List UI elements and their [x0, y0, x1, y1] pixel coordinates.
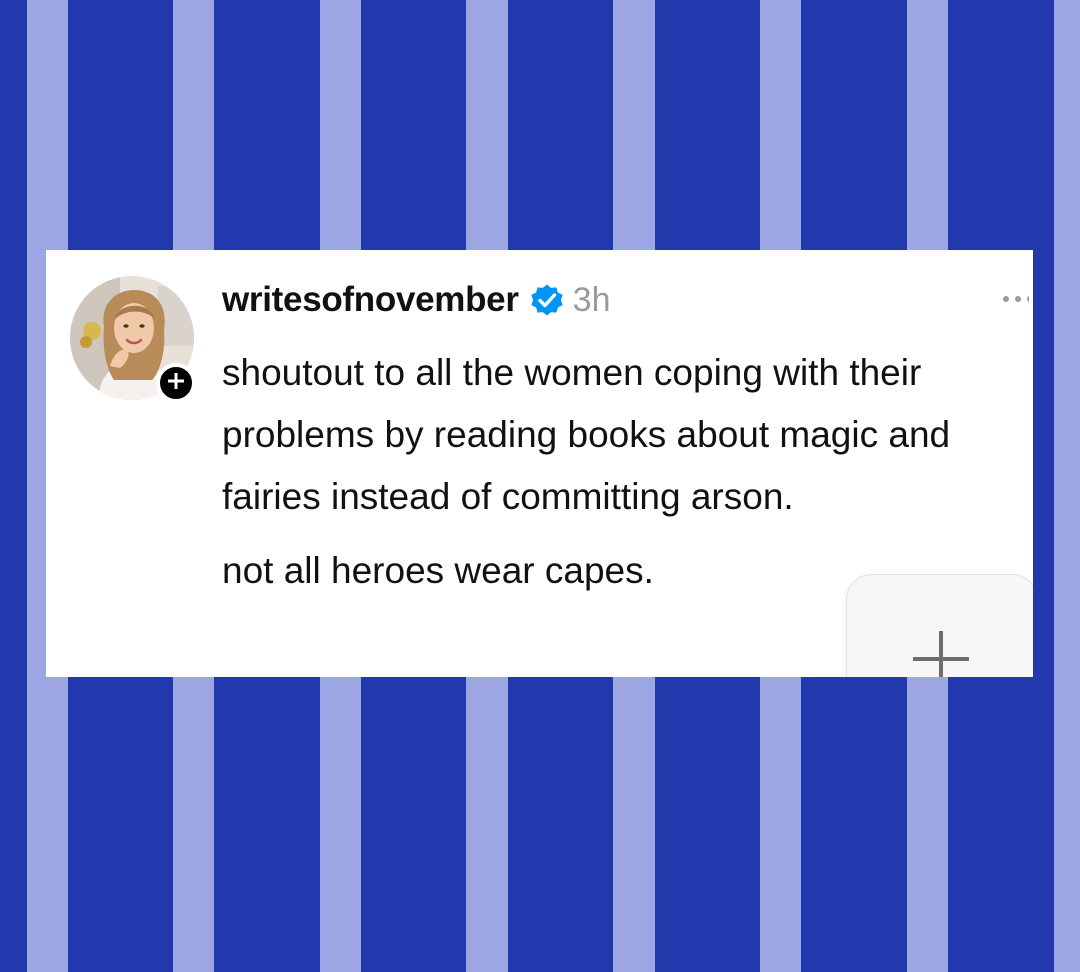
post-timestamp: 3h [572, 280, 611, 319]
username[interactable]: writesofnovember [222, 280, 519, 320]
post-card: writesofnovember 3h shoutout to all the … [46, 250, 1033, 677]
post-header: writesofnovember 3h [222, 278, 611, 322]
post-text: shoutout to all the women coping with th… [222, 342, 1022, 602]
plus-icon [166, 371, 186, 396]
plus-icon [913, 631, 969, 677]
follow-button[interactable] [156, 363, 196, 403]
add-button[interactable] [846, 574, 1033, 677]
more-options-icon[interactable] [1001, 292, 1033, 304]
post-paragraph: shoutout to all the women coping with th… [222, 352, 951, 517]
verified-badge-icon [529, 282, 565, 318]
